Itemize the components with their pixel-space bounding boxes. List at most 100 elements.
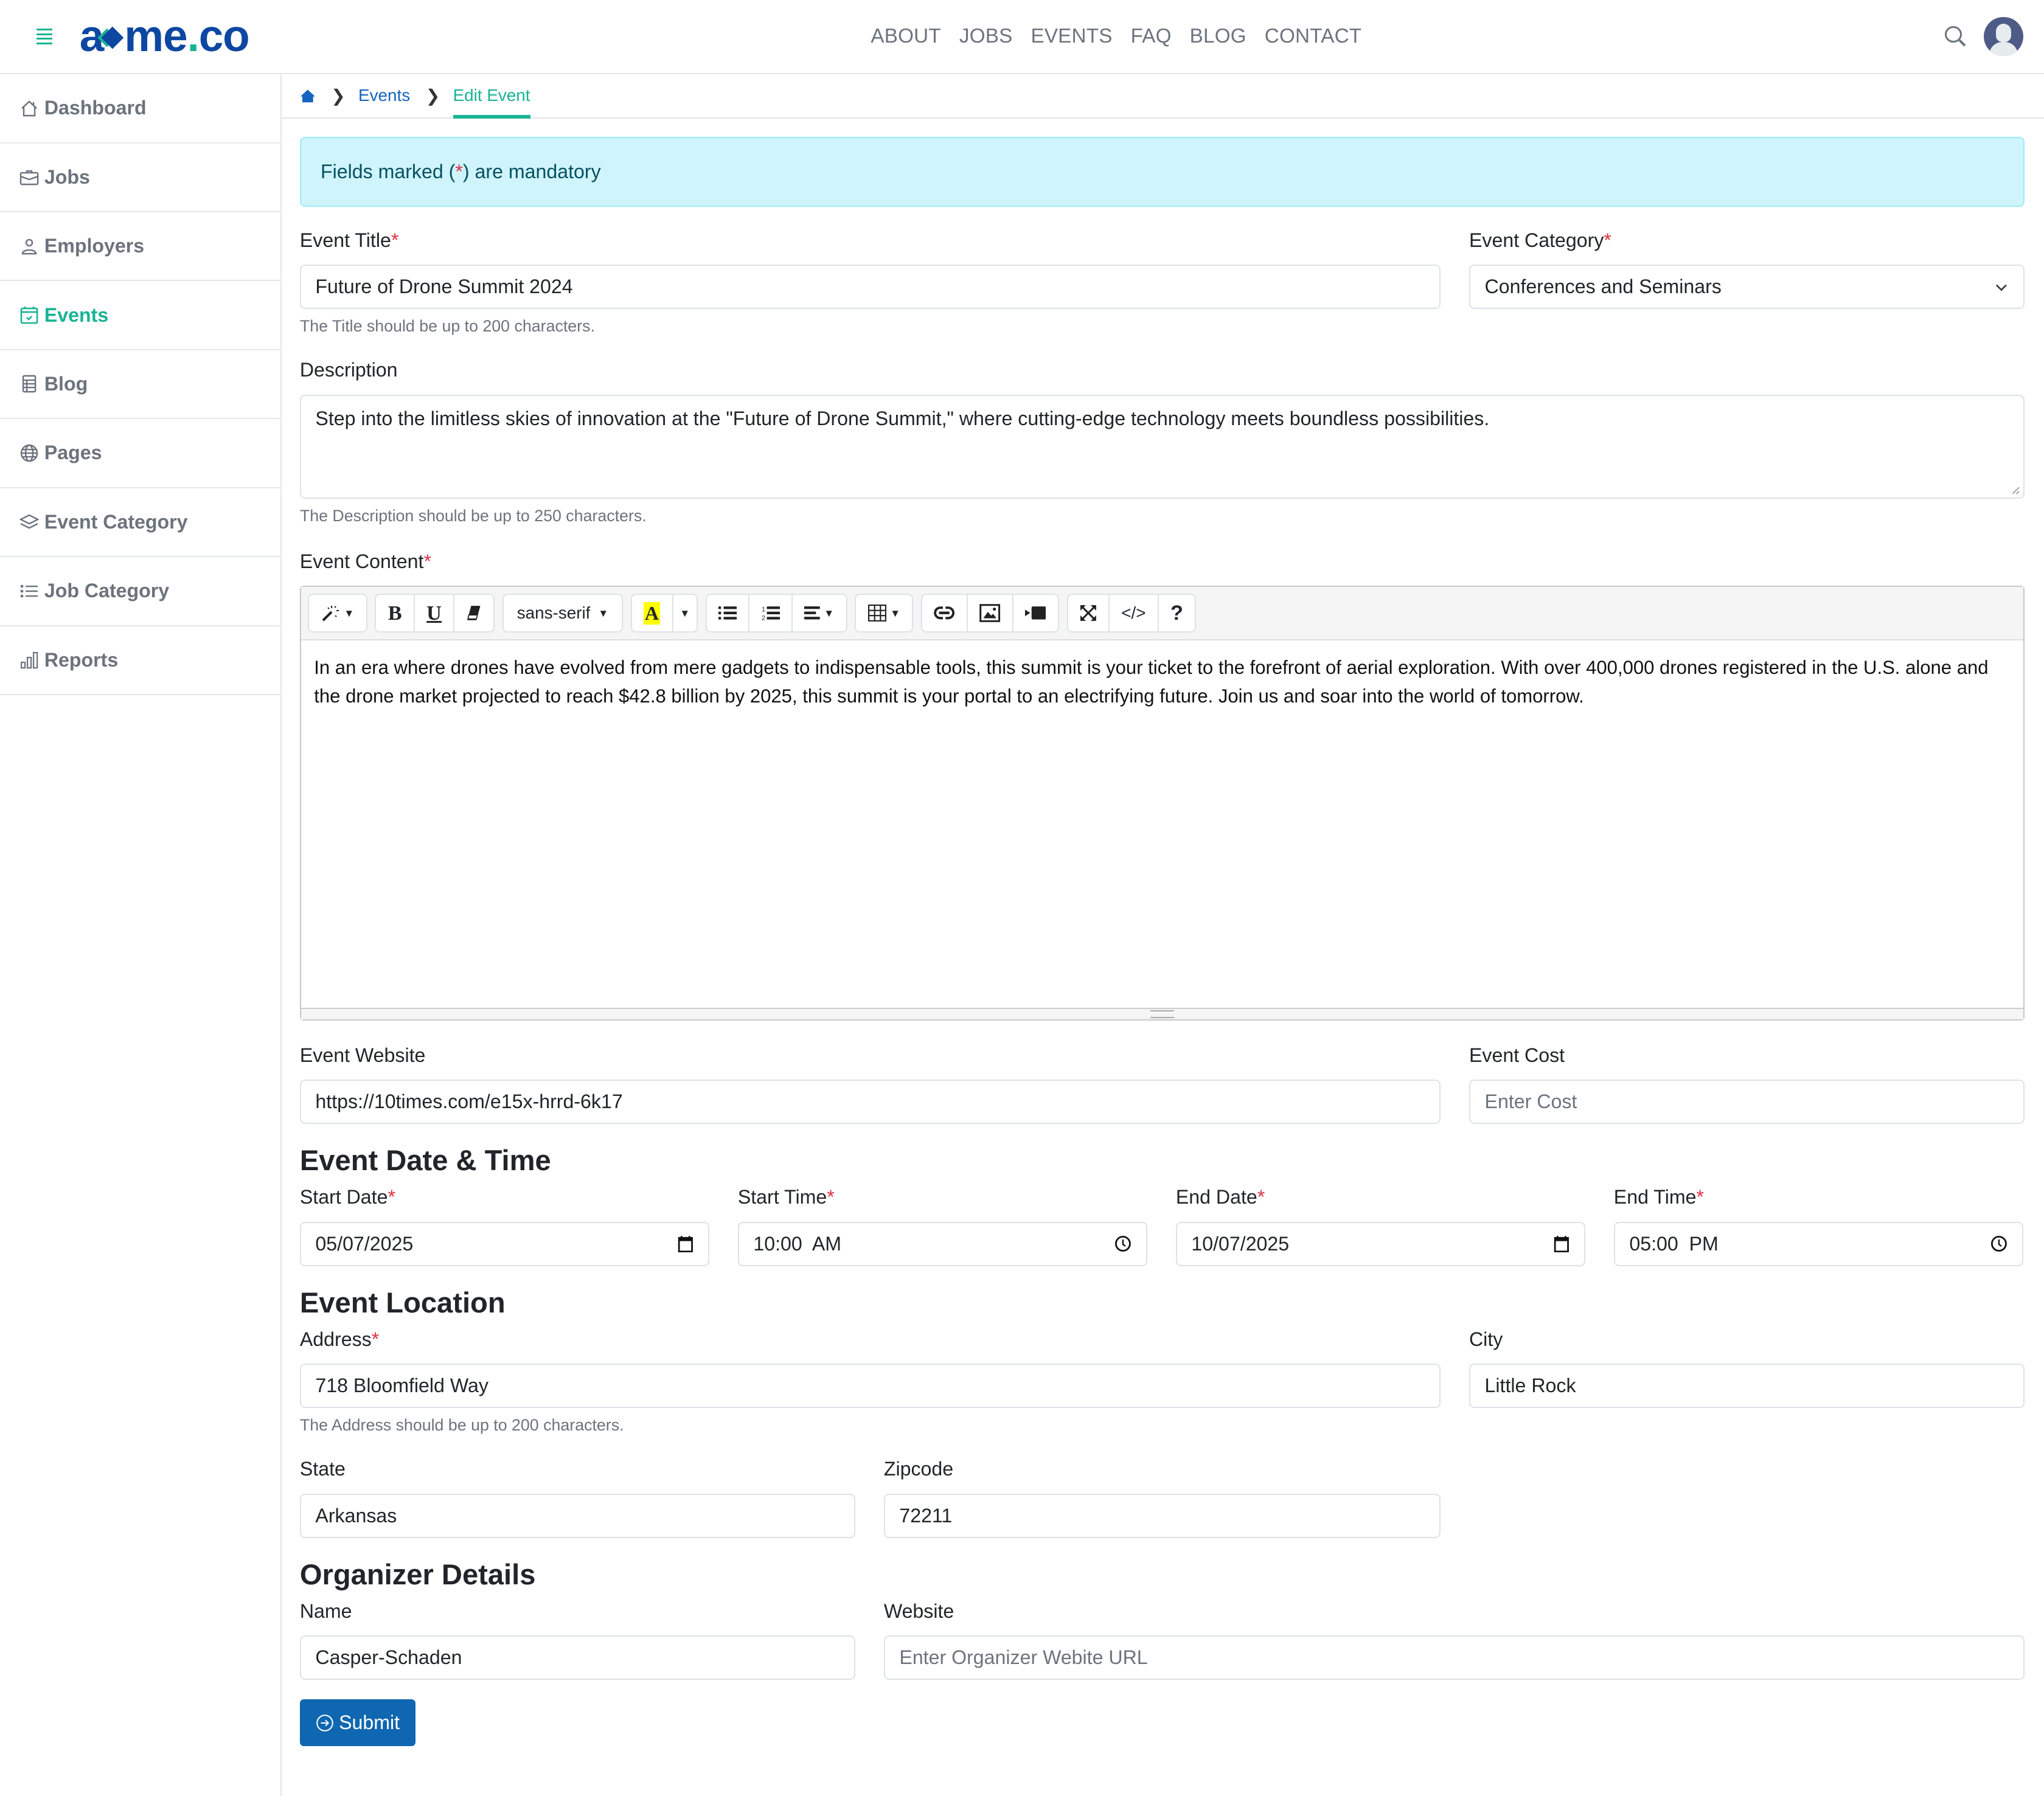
organizer-name-input[interactable]: Casper-Schaden [299, 1635, 855, 1680]
event-website-input[interactable]: https://10times.com/e15x-hrrd-6k17 [299, 1080, 1441, 1125]
resize-grip-icon[interactable] [2010, 485, 2020, 495]
event-title-hint: The Title should be up to 200 characters… [299, 316, 595, 335]
nav-jobs[interactable]: JOBS [959, 25, 1013, 48]
sidebar-item-dashboard[interactable]: Dashboard [0, 74, 280, 144]
nav-contact[interactable]: CONTACT [1265, 25, 1362, 48]
address-label: Address* [299, 1328, 380, 1350]
unordered-list-button[interactable] [707, 595, 750, 632]
form-container: Fields marked (*) are mandatory Event Ti… [282, 119, 2044, 1747]
clear-format-button[interactable] [454, 595, 493, 631]
table-group: ▼ [855, 594, 914, 633]
video-button[interactable] [1013, 595, 1058, 631]
organizer-name-label: Name [299, 1600, 352, 1622]
event-title-group: Event Title* Future of Drone Summit 2024… [299, 229, 1441, 336]
caret-down-icon: ▼ [680, 606, 690, 619]
submit-button[interactable]: Submit [299, 1699, 415, 1747]
sidebar-item-event-category[interactable]: Event Category [0, 488, 280, 558]
sidebar-item-jobs[interactable]: Jobs [0, 144, 280, 212]
font-style-group: B U [375, 594, 495, 633]
paragraph-align-button[interactable]: ▼ [793, 595, 846, 631]
end-date-input[interactable]: 10/07/2025 [1175, 1221, 1585, 1266]
picture-button[interactable] [968, 595, 1013, 632]
nav-events[interactable]: EVENTS [1031, 25, 1112, 48]
editor-resize-handle[interactable] [301, 1008, 2023, 1020]
bold-button[interactable]: B [376, 595, 415, 632]
logo-dot: . [187, 11, 200, 61]
sidebar: Dashboard Jobs Employers Events Blog Pag… [0, 74, 282, 1796]
header-actions [1945, 16, 2023, 57]
city-input[interactable]: Little Rock [1469, 1364, 2025, 1408]
home-icon[interactable] [300, 88, 316, 104]
calendar-icon[interactable] [678, 1235, 693, 1253]
start-date-input[interactable]: 05/07/2025 [299, 1221, 709, 1266]
state-input[interactable]: Arkansas [299, 1493, 855, 1538]
underline-icon: U [426, 601, 442, 625]
sidebar-item-pages[interactable]: Pages [0, 419, 280, 488]
event-cost-input[interactable]: Enter Cost [1469, 1080, 2025, 1125]
hamburger-menu-icon[interactable] [36, 29, 52, 44]
grip-icon [1150, 1010, 1174, 1018]
state-zip-row: State Arkansas Zipcode 72211 [299, 1458, 2025, 1538]
chevron-down-icon [1995, 284, 2007, 291]
image-icon [979, 604, 1001, 622]
sidebar-item-job-category[interactable]: Job Category [0, 557, 280, 626]
logo[interactable]: a me. co [80, 11, 250, 61]
organizer-heading: Organizer Details [299, 1558, 536, 1590]
layers-icon [19, 512, 40, 532]
help-button[interactable]: ? [1159, 595, 1195, 631]
description-label: Description [299, 359, 398, 381]
organizer-website-label: Website [883, 1600, 954, 1622]
event-category-select[interactable]: Conferences and Seminars [1469, 265, 2025, 309]
description-textarea[interactable]: Step into the limitless skies of innovat… [299, 394, 2025, 499]
sidebar-item-label: Jobs [44, 165, 90, 188]
clock-icon[interactable] [1114, 1235, 1132, 1252]
text-color-icon: A [643, 602, 661, 625]
breadcrumb-events[interactable]: Events [358, 86, 410, 105]
user-avatar[interactable] [1984, 16, 2023, 57]
link-button[interactable] [922, 595, 968, 632]
sidebar-item-events[interactable]: Events [0, 281, 280, 350]
zipcode-group: Zipcode 72211 [883, 1458, 1441, 1538]
nav-faq[interactable]: FAQ [1131, 25, 1172, 48]
organizer-website-input[interactable]: Enter Organizer Webite URL [883, 1635, 2025, 1680]
search-icon[interactable] [1945, 26, 1966, 47]
color-group: A ▼ [630, 594, 698, 633]
highlight-color-button[interactable]: A [632, 595, 673, 632]
start-time-label: Start Time* [737, 1186, 835, 1208]
event-title-input[interactable]: Future of Drone Summit 2024 [299, 265, 1441, 309]
editor-content-area[interactable]: In an era where drones have evolved from… [301, 640, 2023, 1008]
clock-icon[interactable] [1990, 1235, 2007, 1252]
description-hint: The Description should be up to 250 char… [299, 507, 647, 525]
page: a me. co ABOUT JOBS EVENTS FAQ BLOG CONTAC… [0, 0, 2044, 1796]
sidebar-item-reports[interactable]: Reports [0, 626, 280, 695]
end-time-input[interactable]: 05:00 PM [1613, 1221, 2023, 1266]
calendar-icon[interactable] [1554, 1235, 1569, 1253]
organizer-website-group: Website Enter Organizer Webite URL [883, 1600, 2025, 1680]
sidebar-item-blog[interactable]: Blog [0, 350, 280, 420]
breadcrumb: ❯ Events ❯ Edit Event [281, 74, 2044, 119]
code-view-button[interactable]: </> [1110, 595, 1159, 632]
style-button[interactable]: ▼ [309, 595, 366, 631]
table-button[interactable]: ▼ [856, 595, 912, 631]
ordered-list-button[interactable]: 12 [749, 595, 793, 632]
bar-chart-icon [19, 650, 39, 670]
nav-blog[interactable]: BLOG [1190, 25, 1246, 48]
zipcode-input[interactable]: 72211 [883, 1493, 1441, 1538]
color-dropdown-button[interactable]: ▼ [673, 595, 697, 631]
document-icon [19, 374, 39, 394]
website-cost-row: Event Website https://10times.com/e15x-h… [299, 1044, 2025, 1125]
editor-toolbar: ▼ B U sans-serif ▼ A ▼ 1 2 ▼ ▼ </> ? [301, 587, 2023, 640]
font-family-dropdown[interactable]: sans-serif ▼ [504, 595, 621, 631]
nav-about[interactable]: ABOUT [871, 25, 940, 48]
fullscreen-button[interactable] [1068, 595, 1110, 632]
start-time-input[interactable]: 10:00 AM [737, 1221, 1147, 1266]
organizer-row: Name Casper-Schaden Website Enter Organi… [299, 1600, 2025, 1680]
caret-down-icon: ▼ [344, 606, 355, 619]
city-label: City [1469, 1328, 1503, 1350]
sidebar-item-employers[interactable]: Employers [0, 212, 280, 282]
misc-group: </> ? [1066, 594, 1197, 633]
underline-button[interactable]: U [415, 595, 455, 632]
address-input[interactable]: 718 Bloomfield Way [299, 1364, 1441, 1408]
sidebar-item-label: Pages [44, 442, 102, 464]
required-mark: * [455, 161, 463, 183]
